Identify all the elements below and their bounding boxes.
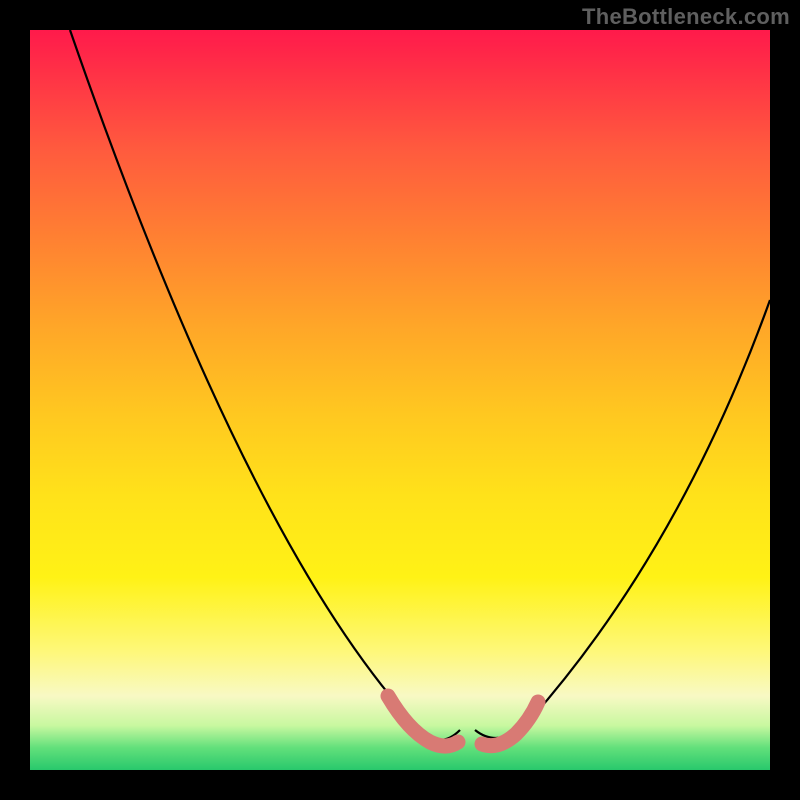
chart-container: TheBottleneck.com	[0, 0, 800, 800]
plot-area	[30, 30, 770, 770]
bottleneck-curve-left	[70, 30, 460, 740]
attribution-text: TheBottleneck.com	[582, 4, 790, 30]
bottleneck-curve-right	[475, 300, 770, 738]
curve-overlay	[30, 30, 770, 770]
highlight-segment-right	[482, 702, 538, 746]
highlight-segment-left	[388, 696, 458, 746]
